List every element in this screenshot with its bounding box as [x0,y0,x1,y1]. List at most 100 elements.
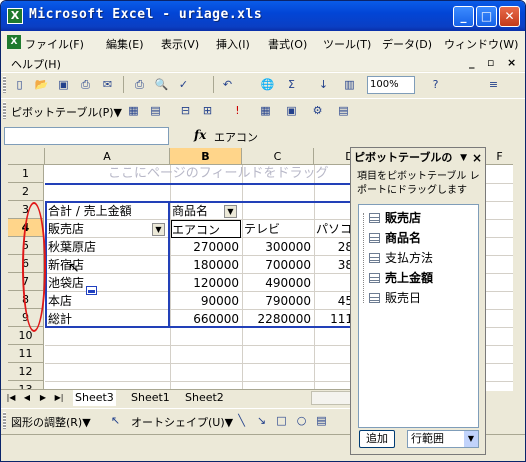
menu-insert[interactable]: 挿入(I) [216,36,250,52]
sort-ascending-icon[interactable]: ↓ [315,76,332,93]
row-header[interactable]: 10 [8,327,44,345]
field-list[interactable]: 販売店 商品名 支払方法 売上金額 販売日 [358,204,479,428]
row-field-dropdown[interactable]: ▼ [152,223,165,236]
chevron-down-icon[interactable]: ▼ [464,431,478,447]
menu-edit[interactable]: 編集(E) [106,36,144,52]
first-sheet-icon[interactable]: |◀ [5,392,17,404]
fx-icon[interactable]: fx [194,128,206,142]
toolbar-grip[interactable] [3,412,6,429]
column-field-dropdown[interactable]: ▼ [224,205,237,218]
select-all-corner[interactable] [8,148,45,165]
row-item: 池袋店 [48,276,85,290]
close-button[interactable]: ✕ [499,6,520,27]
menu-tools[interactable]: ツール(T) [323,36,371,52]
row-item: 本店 [48,294,73,308]
textbox-icon[interactable]: ▤ [313,412,330,429]
excel-icon: X [7,8,23,24]
line-icon[interactable]: ╲ [233,412,250,429]
pivot-menu-button[interactable]: ピボットテーブル(P)▼ [11,104,122,120]
field-settings-icon[interactable]: ⚙ [309,102,326,119]
autosum-icon[interactable]: Σ [283,76,300,93]
hyperlink-icon[interactable]: 🌐 [259,76,276,93]
open-icon[interactable]: 📂 [33,76,50,93]
permission-icon[interactable]: ⎙ [77,76,94,93]
tab-sheet3[interactable]: Sheet3 [73,390,116,406]
menu-view[interactable]: 表示(V) [161,36,199,52]
chart-wizard-icon[interactable]: ▥ [341,76,358,93]
undo-icon[interactable]: ↶ [219,76,236,93]
chevron-down-icon[interactable]: ▼ [460,148,467,168]
field-label: 販売店 [385,211,422,225]
field-item[interactable]: 商品名 [359,229,478,247]
format-report-icon[interactable]: ▦ [125,102,142,119]
field-icon [369,253,380,263]
title-bar[interactable]: X Microsoft Excel - uriage.xls _ □ ✕ [1,1,525,31]
arrow-icon[interactable]: ↘ [253,412,270,429]
doc-minimize-button[interactable]: _ [469,56,475,69]
field-label: 商品名 [385,231,422,245]
prev-sheet-icon[interactable]: ◀ [21,392,33,404]
row-header[interactable]: 11 [8,345,44,363]
field-item[interactable]: 販売日 [359,289,478,307]
close-icon[interactable]: × [472,148,482,168]
field-item[interactable]: 支払方法 [359,249,478,267]
minimize-button[interactable]: _ [453,6,474,27]
include-hidden-icon[interactable]: ▦ [257,102,274,119]
rectangle-icon[interactable]: □ [273,412,290,429]
column-header-c[interactable]: C [242,148,314,165]
menu-file[interactable]: ファイル(F) [25,36,84,52]
autoshape-menu[interactable]: オートシェイプ(U)▼ [131,414,233,430]
refresh-icon[interactable]: ! [229,102,246,119]
doc-close-button[interactable]: × [507,56,516,69]
new-icon[interactable]: ▯ [11,76,28,93]
menu-bar: X ファイル(F) 編集(E) 表示(V) 挿入(I) 書式(O) ツール(T)… [1,31,525,71]
hide-detail-icon[interactable]: ⊟ [177,102,194,119]
always-display-icon[interactable]: ▣ [283,102,300,119]
print-preview-icon[interactable]: 🔍 [153,76,170,93]
print-icon[interactable]: ⎙ [131,76,148,93]
tab-sheet1[interactable]: Sheet1 [129,390,172,406]
column-header-b[interactable]: B [170,148,242,165]
oval-icon[interactable]: ○ [293,412,310,429]
toolbar-grip[interactable] [3,76,6,93]
next-sheet-icon[interactable]: ▶ [37,392,49,404]
align-icon[interactable]: ≡ [485,76,502,93]
horizontal-scrollbar[interactable] [311,391,351,405]
field-item[interactable]: 販売店 [359,209,478,227]
select-arrow-icon[interactable]: ↖ [107,412,124,429]
menu-help[interactable]: ヘルプ(H) [11,56,61,72]
menu-format[interactable]: 書式(O) [268,36,307,52]
add-button[interactable]: 追加 [359,430,395,448]
field-icon [369,213,380,223]
shape-adjust-menu[interactable]: 図形の調整(R)▼ [11,414,91,430]
field-list-icon[interactable]: ▤ [335,102,352,119]
chart-wizard-icon[interactable]: ▤ [147,102,164,119]
doc-restore-button[interactable]: ▫ [487,56,494,69]
row-header[interactable]: 2 [8,183,44,201]
column-header-a[interactable]: A [45,148,170,165]
row-header[interactable]: 1 [8,165,44,183]
formula-input[interactable]: エアコン [214,129,258,145]
pivot-field-list-pane: ピボットテーブルの ▼ × 項目をピボットテーブル レポートにドラッグします 販… [350,147,486,455]
field-item[interactable]: 売上金額 [359,269,478,287]
help-icon[interactable]: ? [427,76,444,93]
show-detail-icon[interactable]: ⊞ [199,102,216,119]
mail-icon[interactable]: ✉ [99,76,116,93]
menu-data[interactable]: データ(D) [382,36,432,52]
workbook-icon[interactable]: X [7,35,21,49]
zoom-combo[interactable]: 100% [367,76,415,94]
row-header[interactable]: 12 [8,363,44,381]
tab-sheet2[interactable]: Sheet2 [183,390,226,406]
window-title: Microsoft Excel - uriage.xls [29,7,263,22]
save-icon[interactable]: ▣ [55,76,72,93]
toolbar-grip[interactable] [3,102,6,119]
menu-window[interactable]: ウィンドウ(W) [444,36,518,52]
target-area-select[interactable]: 行範囲 ▼ [407,430,479,448]
toolbar-separator [213,76,214,93]
data-cell: 300000 [265,240,311,254]
maximize-button[interactable]: □ [476,6,497,27]
last-sheet-icon[interactable]: ▶| [53,392,65,404]
selected-cell-b4[interactable]: エアコン [171,220,241,238]
spelling-icon[interactable]: ✓ [175,76,192,93]
name-box[interactable] [4,127,169,145]
